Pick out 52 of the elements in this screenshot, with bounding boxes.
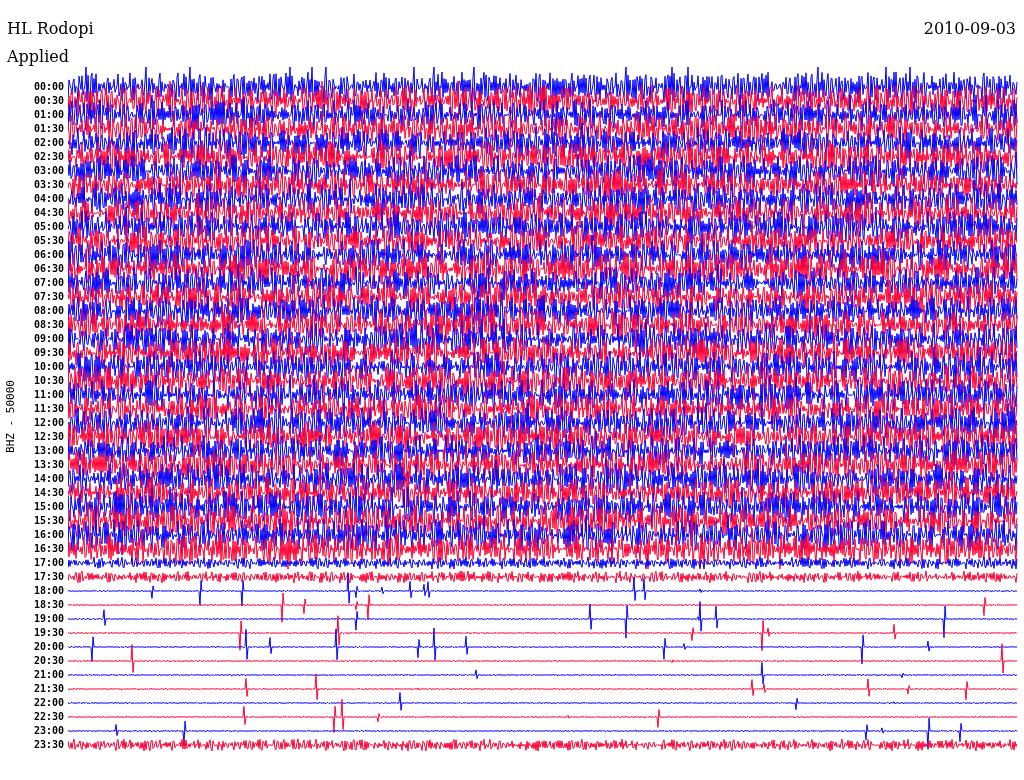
time-label: 03:30 xyxy=(32,178,65,192)
time-label: 17:00 xyxy=(32,556,65,570)
time-label: 14:00 xyxy=(32,472,65,486)
channel-label: BHZ - 50000 xyxy=(3,379,17,453)
time-label: 03:00 xyxy=(32,164,65,178)
time-label: 12:00 xyxy=(32,416,65,430)
time-label: 13:30 xyxy=(32,458,65,472)
time-label: 13:00 xyxy=(32,444,65,458)
time-label: 10:30 xyxy=(32,374,65,388)
time-label: 00:00 xyxy=(32,80,65,94)
time-label: 07:30 xyxy=(32,290,65,304)
time-label: 08:00 xyxy=(32,304,65,318)
time-label: 02:00 xyxy=(32,136,65,150)
time-label: 07:00 xyxy=(32,276,65,290)
time-label: 05:00 xyxy=(32,220,65,234)
time-label: 11:00 xyxy=(32,388,65,402)
time-label: 18:30 xyxy=(32,598,65,612)
time-label: 04:30 xyxy=(32,206,65,220)
time-label: 16:30 xyxy=(32,542,65,556)
time-label: 23:30 xyxy=(32,738,65,752)
time-label: 22:00 xyxy=(32,696,65,710)
filter-label: Applied xyxy=(7,48,70,66)
time-label: 23:00 xyxy=(32,724,65,738)
time-label: 09:30 xyxy=(32,346,65,360)
date-label: 2010-09-03 xyxy=(923,20,1016,38)
time-label: 15:30 xyxy=(32,514,65,528)
time-label: 01:00 xyxy=(32,108,65,122)
time-label: 14:30 xyxy=(32,486,65,500)
time-label: 05:30 xyxy=(32,234,65,248)
time-label: 22:30 xyxy=(32,710,65,724)
time-label: 10:00 xyxy=(32,360,65,374)
station-title: HL Rodopi xyxy=(7,20,94,38)
time-label: 19:00 xyxy=(32,612,65,626)
time-label: 21:30 xyxy=(32,682,65,696)
time-label: 18:00 xyxy=(32,584,65,598)
time-label: 04:00 xyxy=(32,192,65,206)
time-label: 11:30 xyxy=(32,402,65,416)
time-label: 08:30 xyxy=(32,318,65,332)
time-label: 00:30 xyxy=(32,94,65,108)
time-label: 16:00 xyxy=(32,528,65,542)
time-label: 17:30 xyxy=(32,570,65,584)
time-label: 06:00 xyxy=(32,248,65,262)
time-label: 12:30 xyxy=(32,430,65,444)
time-label: 06:30 xyxy=(32,262,65,276)
time-label: 20:00 xyxy=(32,640,65,654)
time-label: 15:00 xyxy=(32,500,65,514)
time-label: 21:00 xyxy=(32,668,65,682)
time-label: 09:00 xyxy=(32,332,65,346)
time-label: 19:30 xyxy=(32,626,65,640)
time-label: 02:30 xyxy=(32,150,65,164)
time-label: 20:30 xyxy=(32,654,65,668)
time-label: 01:30 xyxy=(32,122,65,136)
